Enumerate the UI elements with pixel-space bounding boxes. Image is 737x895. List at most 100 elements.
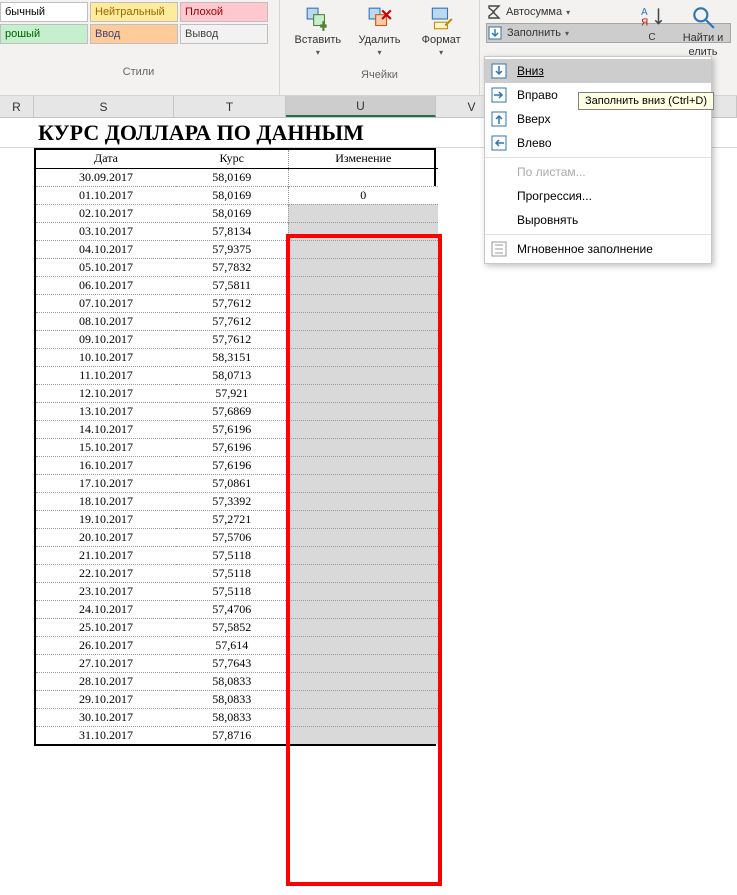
- table-row[interactable]: 19.10.201757,2721: [36, 510, 438, 528]
- cell-date[interactable]: 09.10.2017: [36, 330, 176, 348]
- cell-date[interactable]: 12.10.2017: [36, 384, 176, 402]
- style-bad[interactable]: Плохой: [180, 2, 268, 22]
- fill-series-item[interactable]: Прогрессия...: [485, 184, 711, 208]
- cell-date[interactable]: 31.10.2017: [36, 726, 176, 744]
- table-row[interactable]: 02.10.201758,0169: [36, 204, 438, 222]
- format-button[interactable]: Формат ▾: [413, 4, 469, 59]
- cell-rate[interactable]: 57,8716: [176, 726, 288, 744]
- table-row[interactable]: 11.10.201758,0713: [36, 366, 438, 384]
- table-row[interactable]: 30.10.201758,0833: [36, 708, 438, 726]
- cell-change[interactable]: [288, 348, 438, 366]
- table-row[interactable]: 06.10.201757,5811: [36, 276, 438, 294]
- cell-rate[interactable]: 57,6869: [176, 402, 288, 420]
- cell-rate[interactable]: 57,9375: [176, 240, 288, 258]
- cell-date[interactable]: 11.10.2017: [36, 366, 176, 384]
- cell-date[interactable]: 25.10.2017: [36, 618, 176, 636]
- cell-date[interactable]: 02.10.2017: [36, 204, 176, 222]
- cell-date[interactable]: 23.10.2017: [36, 582, 176, 600]
- cell-date[interactable]: 29.10.2017: [36, 690, 176, 708]
- cell-change[interactable]: [288, 672, 438, 690]
- table-row[interactable]: 13.10.201757,6869: [36, 402, 438, 420]
- table-row[interactable]: 18.10.201757,3392: [36, 492, 438, 510]
- cell-change[interactable]: [288, 492, 438, 510]
- cell-change[interactable]: [288, 330, 438, 348]
- cell-date[interactable]: 22.10.2017: [36, 564, 176, 582]
- cell-rate[interactable]: 57,6196: [176, 456, 288, 474]
- table-row[interactable]: 14.10.201757,6196: [36, 420, 438, 438]
- sort-button[interactable]: АЯ С: [635, 2, 669, 60]
- cell-change[interactable]: [288, 618, 438, 636]
- cell-date[interactable]: 01.10.2017: [36, 186, 176, 204]
- cell-change[interactable]: [288, 474, 438, 492]
- cell-date[interactable]: 10.10.2017: [36, 348, 176, 366]
- cell-date[interactable]: 08.10.2017: [36, 312, 176, 330]
- cell-date[interactable]: 17.10.2017: [36, 474, 176, 492]
- cell-change[interactable]: [288, 690, 438, 708]
- fill-down-item[interactable]: Вниз: [485, 59, 711, 83]
- cell-rate[interactable]: 57,5706: [176, 528, 288, 546]
- cell-date[interactable]: 03.10.2017: [36, 222, 176, 240]
- delete-button[interactable]: Удалить ▾: [352, 4, 408, 59]
- cell-change[interactable]: [288, 528, 438, 546]
- insert-button[interactable]: Вставить ▾: [290, 4, 346, 59]
- col-header-r[interactable]: R: [0, 96, 34, 117]
- cell-rate[interactable]: 57,4706: [176, 600, 288, 618]
- cell-date[interactable]: 06.10.2017: [36, 276, 176, 294]
- table-row[interactable]: 31.10.201757,8716: [36, 726, 438, 744]
- cell-rate[interactable]: 57,5118: [176, 582, 288, 600]
- cell-change[interactable]: [288, 546, 438, 564]
- cell-change[interactable]: [288, 510, 438, 528]
- table-row[interactable]: 25.10.201757,5852: [36, 618, 438, 636]
- cell-rate[interactable]: 57,5118: [176, 564, 288, 582]
- cell-rate[interactable]: 57,7612: [176, 294, 288, 312]
- cell-rate[interactable]: 58,0833: [176, 690, 288, 708]
- cell-rate[interactable]: 57,5118: [176, 546, 288, 564]
- cell-rate[interactable]: 58,0833: [176, 708, 288, 726]
- cell-change[interactable]: [288, 726, 438, 744]
- table-row[interactable]: 07.10.201757,7612: [36, 294, 438, 312]
- table-row[interactable]: 10.10.201758,3151: [36, 348, 438, 366]
- cell-rate[interactable]: 57,0861: [176, 474, 288, 492]
- cell-change[interactable]: [288, 258, 438, 276]
- find-button[interactable]: Найти и елить: [675, 2, 731, 60]
- cell-rate[interactable]: 57,8134: [176, 222, 288, 240]
- table-row[interactable]: 01.10.201758,01690: [36, 186, 438, 204]
- cell-date[interactable]: 16.10.2017: [36, 456, 176, 474]
- cell-change[interactable]: [288, 654, 438, 672]
- cell-change[interactable]: 0: [288, 186, 438, 204]
- cell-change[interactable]: [288, 168, 438, 186]
- cell-date[interactable]: 30.09.2017: [36, 168, 176, 186]
- table-row[interactable]: 28.10.201758,0833: [36, 672, 438, 690]
- table-row[interactable]: 22.10.201757,5118: [36, 564, 438, 582]
- table-row[interactable]: 03.10.201757,8134: [36, 222, 438, 240]
- table-row[interactable]: 26.10.201757,614: [36, 636, 438, 654]
- table-row[interactable]: 23.10.201757,5118: [36, 582, 438, 600]
- cell-change[interactable]: [288, 402, 438, 420]
- cell-rate[interactable]: 57,7832: [176, 258, 288, 276]
- fill-flash-item[interactable]: Мгновенное заполнение: [485, 237, 711, 261]
- cell-rate[interactable]: 58,0169: [176, 168, 288, 186]
- cell-change[interactable]: [288, 708, 438, 726]
- table-row[interactable]: 05.10.201757,7832: [36, 258, 438, 276]
- cell-rate[interactable]: 57,6196: [176, 420, 288, 438]
- table-row[interactable]: 08.10.201757,7612: [36, 312, 438, 330]
- table-row[interactable]: 24.10.201757,4706: [36, 600, 438, 618]
- cell-date[interactable]: 13.10.2017: [36, 402, 176, 420]
- cell-rate[interactable]: 58,0169: [176, 204, 288, 222]
- cell-date[interactable]: 28.10.2017: [36, 672, 176, 690]
- cell-change[interactable]: [288, 438, 438, 456]
- cell-date[interactable]: 05.10.2017: [36, 258, 176, 276]
- cell-change[interactable]: [288, 312, 438, 330]
- cell-date[interactable]: 20.10.2017: [36, 528, 176, 546]
- cell-rate[interactable]: 57,614: [176, 636, 288, 654]
- style-input[interactable]: Ввод: [90, 24, 178, 44]
- cell-rate[interactable]: 57,7643: [176, 654, 288, 672]
- cell-date[interactable]: 19.10.2017: [36, 510, 176, 528]
- cell-date[interactable]: 07.10.2017: [36, 294, 176, 312]
- cell-change[interactable]: [288, 564, 438, 582]
- cell-change[interactable]: [288, 366, 438, 384]
- fill-up-item[interactable]: Вверх: [485, 107, 711, 131]
- table-row[interactable]: 30.09.201758,0169: [36, 168, 438, 186]
- cell-change[interactable]: [288, 384, 438, 402]
- cell-rate[interactable]: 57,5852: [176, 618, 288, 636]
